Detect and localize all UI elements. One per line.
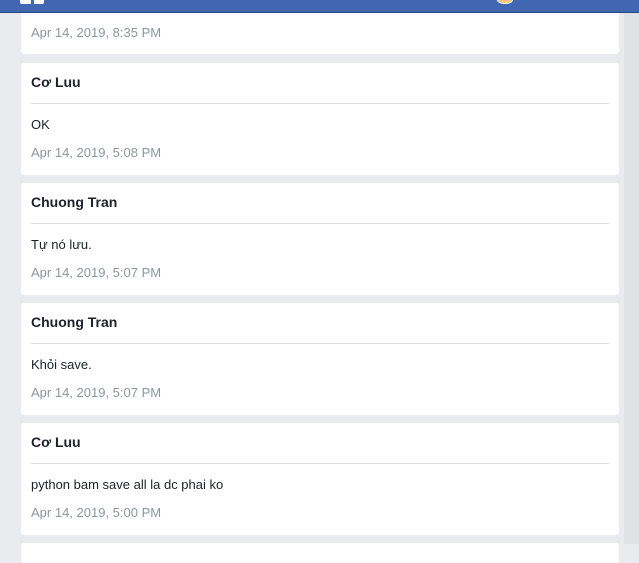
comment-message: OK (31, 117, 50, 132)
facebook-logo-icon[interactable] (20, 0, 44, 4)
comment-message: Tự nó lưu. (31, 237, 92, 252)
comment-card: Cơ Luu OK Apr 14, 2019, 5:08 PM (21, 63, 619, 175)
comment-timestamp: Apr 14, 2019, 5:07 PM (31, 385, 162, 400)
divider (31, 343, 609, 344)
divider (31, 463, 609, 464)
comment-card: Chuong Tran Tự nó lưu. Apr 14, 2019, 5:0… (21, 183, 619, 295)
comment-timestamp: Apr 14, 2019, 5:07 PM (31, 265, 162, 280)
comment-author[interactable]: Cơ Luu (31, 434, 81, 450)
comment-author[interactable]: Cơ Luu (31, 74, 81, 90)
divider (31, 103, 609, 104)
comment-author[interactable]: Chuong Tran (31, 314, 117, 330)
comment-timestamp: Apr 14, 2019, 5:00 PM (31, 505, 162, 520)
comment-author[interactable]: Chuong Tran (31, 194, 117, 210)
comment-card: Chuong Tran Khỏi save. Apr 14, 2019, 5:0… (21, 303, 619, 415)
divider (31, 223, 609, 224)
comment-message: python bam save all la dc phai ko (31, 477, 224, 492)
comment-timestamp: Apr 14, 2019, 8:35 PM (31, 25, 162, 40)
profile-avatar[interactable] (497, 0, 513, 4)
comment-message: Khỏi save. (31, 357, 92, 372)
top-navigation-bar (0, 0, 639, 13)
right-gutter (624, 13, 639, 544)
comment-card: Cơ Luu python bam save all la dc phai ko… (21, 423, 619, 535)
comment-card-next (21, 543, 619, 563)
comment-card-previous: Apr 14, 2019, 8:35 PM (21, 13, 619, 54)
comment-timestamp: Apr 14, 2019, 5:08 PM (31, 145, 162, 160)
